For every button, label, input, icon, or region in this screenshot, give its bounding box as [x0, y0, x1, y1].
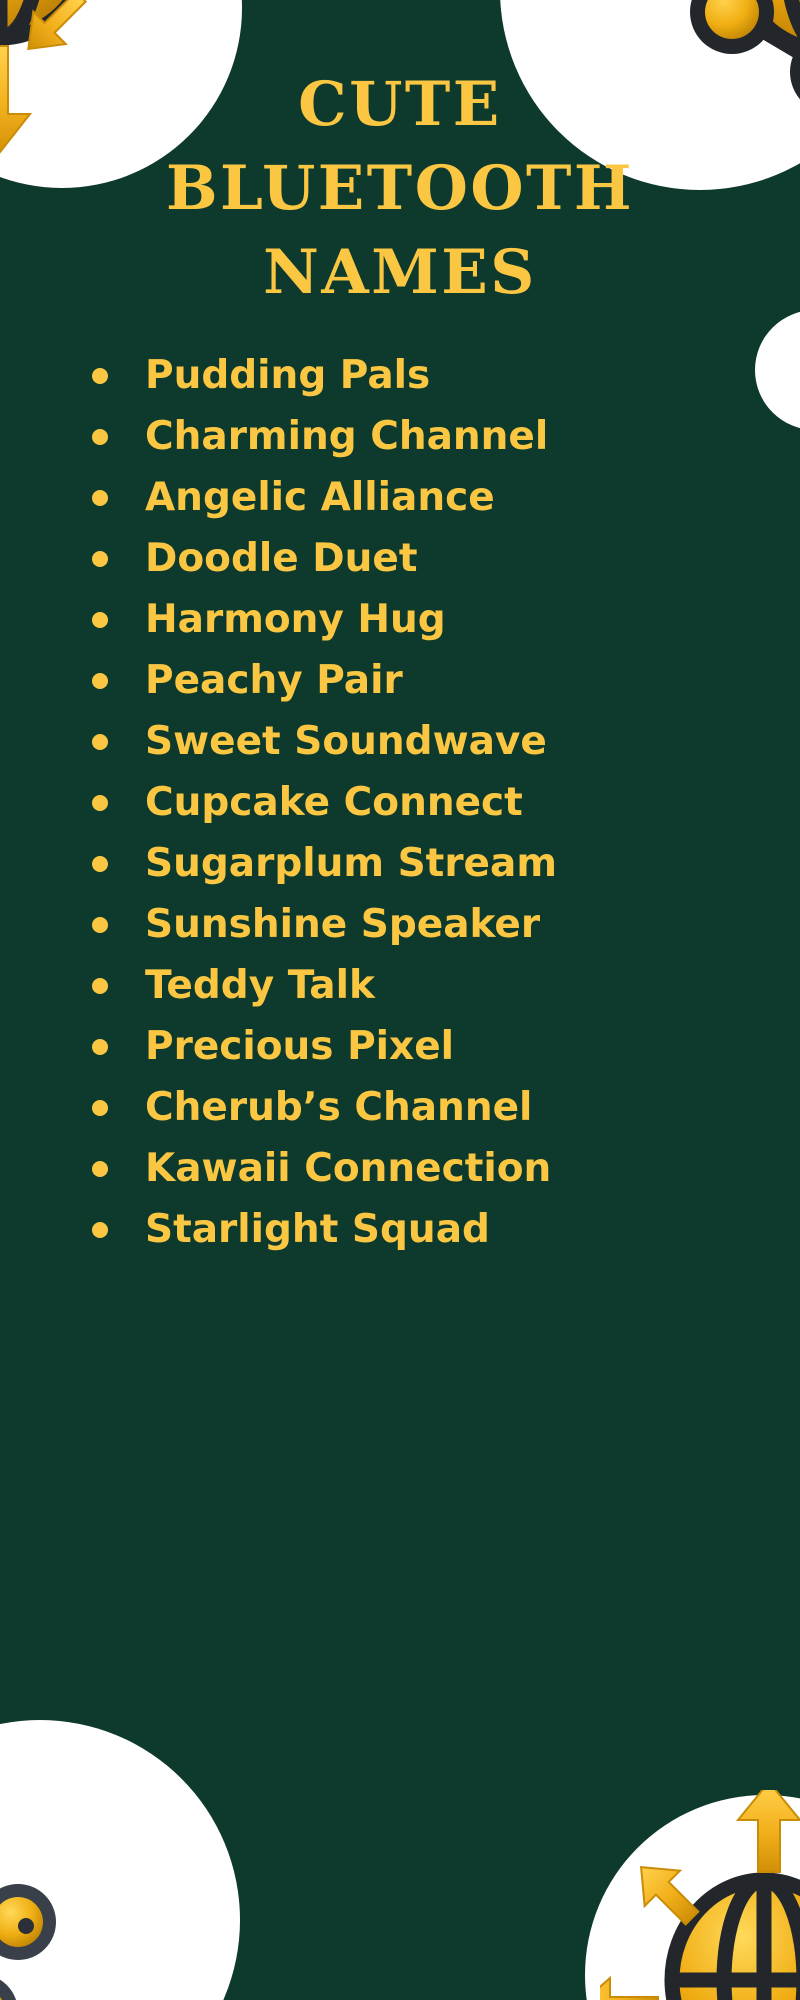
list-item: Sweet Soundwave: [0, 711, 800, 772]
list-item-label: Harmony Hug: [145, 597, 446, 642]
bullet-icon: [92, 733, 108, 750]
list-item-label: Teddy Talk: [145, 963, 375, 1008]
list-item: Precious Pixel: [0, 1016, 800, 1077]
list-item: Cupcake Connect: [0, 772, 800, 833]
list-item: Kawaii Connection: [0, 1138, 800, 1199]
list-item-label: Starlight Squad: [145, 1207, 490, 1252]
list-item: Sunshine Speaker: [0, 894, 800, 955]
bullet-icon: [92, 611, 108, 628]
list-item: Sugarplum Stream: [0, 833, 800, 894]
list-item-label: Cupcake Connect: [145, 780, 523, 825]
list-item: Teddy Talk: [0, 955, 800, 1016]
bullet-icon: [92, 367, 108, 384]
bullet-icon: [92, 428, 108, 445]
list-item: Starlight Squad: [0, 1199, 800, 1260]
list-item-label: Pudding Pals: [145, 353, 431, 398]
list-item-label: Precious Pixel: [145, 1024, 455, 1069]
list-item-label: Kawaii Connection: [145, 1146, 552, 1191]
list-item-label: Doodle Duet: [145, 536, 418, 581]
list-item: Pudding Pals: [0, 345, 800, 406]
list-item-label: Peachy Pair: [145, 658, 403, 703]
list-item-label: Sugarplum Stream: [145, 841, 557, 886]
title-line-2: BLUETOOTH: [166, 152, 634, 224]
network-nodes-icon: [0, 1740, 220, 2000]
bluetooth-name-list: Pudding Pals Charming Channel Angelic Alli…: [0, 345, 800, 1260]
title-line-1: CUTE: [298, 68, 502, 140]
globe-arrows-icon: [574, 1780, 800, 2000]
poster-canvas: CUTE BLUETOOTH NAMES Pudding Pals Charmin…: [0, 0, 800, 2000]
list-item: Harmony Hug: [0, 589, 800, 650]
list-item-label: Angelic Alliance: [145, 475, 495, 520]
title-line-3: NAMES: [263, 236, 537, 308]
page-title: CUTE BLUETOOTH NAMES: [0, 63, 800, 315]
list-item-label: Sunshine Speaker: [145, 902, 541, 947]
list-item: Peachy Pair: [0, 650, 800, 711]
bullet-icon: [92, 672, 108, 689]
bullet-icon: [92, 916, 108, 933]
bullet-icon: [92, 855, 108, 872]
bullet-icon: [92, 1099, 108, 1116]
bullet-icon: [92, 977, 108, 994]
bullet-icon: [92, 794, 108, 811]
bullet-icon: [92, 1160, 108, 1177]
list-item: Angelic Alliance: [0, 467, 800, 528]
list-item-label: Charming Channel: [145, 414, 549, 459]
list-item: Cherub’s Channel: [0, 1077, 800, 1138]
bullet-icon: [92, 550, 108, 567]
list-item: Doodle Duet: [0, 528, 800, 589]
list-item-label: Cherub’s Channel: [145, 1085, 533, 1130]
bullet-icon: [92, 1038, 108, 1055]
list-item-label: Sweet Soundwave: [145, 719, 547, 764]
bullet-icon: [92, 489, 108, 506]
list-item: Charming Channel: [0, 406, 800, 467]
bullet-icon: [92, 1221, 108, 1238]
